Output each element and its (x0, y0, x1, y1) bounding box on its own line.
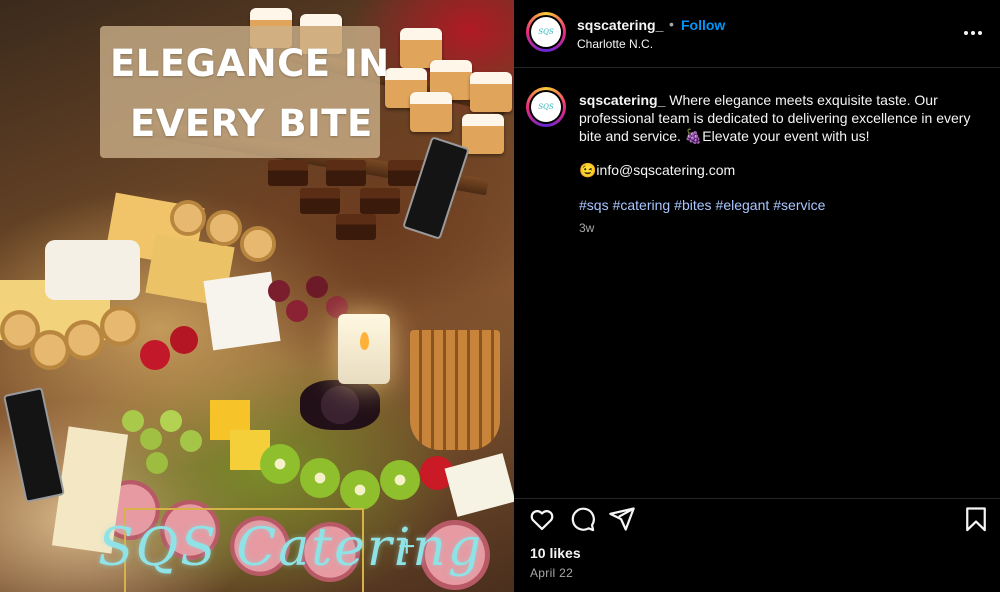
post-details-panel: SQS sqscatering_ • Follow Charlotte N.C.… (514, 0, 1000, 592)
brie-cheese (203, 271, 281, 351)
kiwi-slice (260, 444, 300, 484)
hashtag-link[interactable]: #elegant (716, 197, 770, 213)
kiwi-slice (300, 458, 340, 498)
hashtag-link[interactable]: #catering (613, 197, 671, 213)
post-header: SQS sqscatering_ • Follow Charlotte N.C. (514, 0, 1000, 68)
grape (306, 276, 328, 298)
avatar[interactable]: SQS (526, 12, 566, 52)
green-grape (140, 428, 162, 450)
header-username[interactable]: sqscatering_ (577, 17, 663, 33)
location-link[interactable]: Charlotte N.C. (577, 37, 653, 51)
like-count[interactable]: 10 likes (530, 545, 581, 561)
dessert-cup (410, 92, 452, 132)
cracker (240, 226, 276, 262)
hashtag-link[interactable]: #service (773, 197, 825, 213)
comment-icon[interactable] (568, 505, 596, 533)
dip-bowl (45, 240, 140, 300)
brownie (326, 160, 366, 186)
cracker (206, 210, 242, 246)
brownie (360, 188, 400, 214)
hashtag-link[interactable]: #bites (674, 197, 711, 213)
brownie (336, 214, 376, 240)
kiwi-slice (380, 460, 420, 500)
dessert-cup (470, 72, 512, 112)
green-grape (122, 410, 144, 432)
cracker (64, 320, 104, 360)
candle-flame (360, 332, 369, 350)
image-title-line-2: EVERY BITE (130, 102, 373, 145)
caption-avatar[interactable]: SQS (526, 87, 566, 127)
share-icon[interactable] (608, 505, 636, 533)
chocolate-bowl (300, 380, 380, 430)
caption-username[interactable]: sqscatering_ (579, 92, 665, 108)
caption: sqscatering_ Where elegance meets exquis… (579, 91, 989, 145)
caption-age: 3w (579, 221, 595, 235)
brownie (300, 188, 340, 214)
post-image[interactable]: ELEGANCE IN EVERY BITE SQS Catering + (0, 0, 514, 592)
avatar-logo-icon: SQS (538, 103, 554, 111)
post-date: April 22 (530, 566, 574, 580)
grape (268, 280, 290, 302)
heart-icon[interactable] (528, 505, 556, 533)
action-bar (514, 498, 1000, 538)
bookmark-icon[interactable] (962, 505, 990, 533)
image-title-line-1: ELEGANCE IN (110, 42, 390, 85)
green-grape (160, 410, 182, 432)
strawberry (140, 340, 170, 370)
grape (286, 300, 308, 322)
breadsticks (410, 330, 500, 450)
cheese-wedge (444, 453, 514, 517)
brand-watermark: SQS Catering (98, 518, 484, 578)
green-grape (146, 452, 168, 474)
avatar-logo-icon: SQS (538, 28, 554, 36)
brownie (268, 160, 308, 186)
separator-dot: • (669, 16, 674, 32)
more-options-icon[interactable] (964, 24, 982, 42)
kiwi-slice (340, 470, 380, 510)
follow-button[interactable]: Follow (681, 17, 725, 33)
cracker (170, 200, 206, 236)
caption-email: 😉info@sqscatering.com (579, 162, 736, 178)
sparkle-icon: + (398, 530, 416, 563)
strawberry (170, 326, 198, 354)
hashtag-list: #sqs #catering #bites #elegant #service (579, 197, 829, 213)
green-grape (180, 430, 202, 452)
chalkboard-sign (3, 387, 65, 503)
hashtag-link[interactable]: #sqs (579, 197, 609, 213)
cracker (100, 306, 140, 346)
